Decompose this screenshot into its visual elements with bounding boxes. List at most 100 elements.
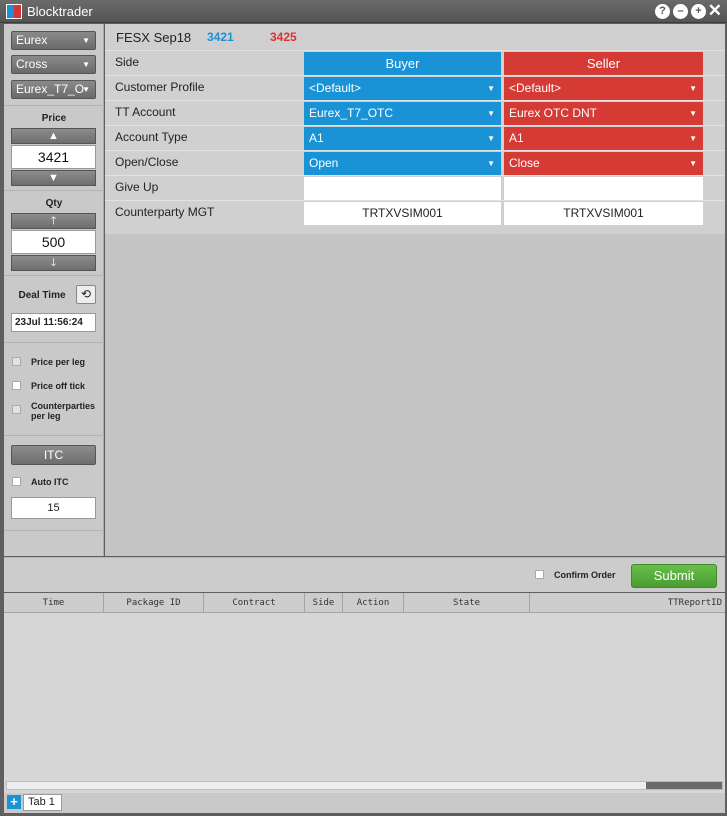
- grid-header: Time Package ID Contract Side Action Sta…: [4, 593, 725, 613]
- gateway-select[interactable]: Eurex_T7_O ▼: [11, 80, 96, 99]
- column-header-state[interactable]: State: [404, 593, 530, 613]
- price-per-leg-label: Price per leg: [31, 357, 86, 367]
- auto-itc-label: Auto ITC: [31, 477, 69, 487]
- window-title: Blocktrader: [27, 4, 93, 19]
- form-empty-area: [105, 234, 725, 556]
- qty-increment-button[interactable]: 🡑: [11, 213, 96, 229]
- column-header-package-id[interactable]: Package ID: [104, 593, 204, 613]
- price-off-tick-checkbox[interactable]: [12, 381, 21, 390]
- seller-customer-profile-select[interactable]: <Default> ▼: [504, 77, 703, 100]
- help-icon[interactable]: ?: [655, 4, 670, 19]
- price-input[interactable]: 3421: [11, 145, 96, 169]
- row-label: Give Up: [115, 180, 159, 194]
- buyer-customer-profile-select[interactable]: <Default> ▼: [304, 77, 501, 100]
- app-logo-icon: [6, 4, 22, 19]
- scrollbar-thumb[interactable]: [646, 782, 722, 789]
- select-value: A1: [309, 131, 324, 145]
- form-row-give-up: Give Up: [105, 175, 725, 200]
- select-value: <Default>: [309, 81, 362, 95]
- order-type-select[interactable]: Cross ▼: [11, 55, 96, 74]
- chevron-down-icon: ▼: [82, 85, 90, 94]
- ask-price[interactable]: 3425: [270, 30, 297, 44]
- chevron-down-icon: ▼: [689, 84, 697, 93]
- qty-decrement-button[interactable]: 🡓: [11, 255, 96, 271]
- gateway-select-value: Eurex_T7_O: [16, 82, 85, 96]
- chevron-down-icon: ▼: [82, 36, 90, 45]
- itc-button[interactable]: ITC: [11, 445, 96, 465]
- select-value: Open: [309, 156, 339, 170]
- price-increment-button[interactable]: ▲: [11, 128, 96, 144]
- seller-tt-account-select[interactable]: Eurex OTC DNT ▼: [504, 102, 703, 125]
- form-row-side: Side Buyer Seller: [105, 50, 725, 75]
- bid-price[interactable]: 3421: [207, 30, 234, 44]
- price-per-leg-checkbox[interactable]: [12, 357, 21, 366]
- select-value: Eurex OTC DNT: [509, 106, 598, 120]
- order-form: FESX Sep18 3421 3425 Side Buyer Seller C…: [105, 24, 725, 556]
- seller-account-type-select[interactable]: A1 ▼: [504, 127, 703, 150]
- left-sidebar: Eurex ▼ Cross ▼ Eurex_T7_O ▼ Price ▲ 342…: [4, 24, 104, 556]
- chevron-down-icon: ▼: [689, 159, 697, 168]
- title-bar: Blocktrader ? – + ✕: [0, 0, 727, 23]
- tab-bar: + Tab 1: [4, 793, 725, 813]
- buyer-give-up-input[interactable]: [304, 177, 501, 200]
- chevron-up-icon: ▲: [48, 130, 59, 142]
- add-tab-button[interactable]: +: [7, 795, 21, 809]
- chevron-down-icon: ▼: [689, 109, 697, 118]
- chevron-down-icon: ▼: [487, 159, 495, 168]
- price-label: Price: [41, 113, 67, 124]
- divider: [4, 105, 104, 106]
- chevron-down-icon: ▼: [82, 60, 90, 69]
- buyer-open-close-select[interactable]: Open ▼: [304, 152, 501, 175]
- buyer-account-type-select[interactable]: A1 ▼: [304, 127, 501, 150]
- select-value: A1: [509, 131, 524, 145]
- column-header-contract[interactable]: Contract: [204, 593, 305, 613]
- chevron-down-icon: ▼: [48, 172, 59, 184]
- horizontal-scrollbar[interactable]: [6, 781, 723, 790]
- column-header-time[interactable]: Time: [4, 593, 104, 613]
- submit-bar: Confirm Order Submit: [4, 557, 725, 592]
- exchange-select-value: Eurex: [16, 33, 48, 47]
- auto-itc-checkbox[interactable]: [12, 477, 21, 486]
- column-header-tt-report-id[interactable]: TTReportID: [530, 593, 725, 613]
- maximize-icon[interactable]: +: [691, 4, 706, 19]
- row-label: Open/Close: [115, 155, 179, 169]
- row-label: Customer Profile: [115, 80, 205, 94]
- column-header-side[interactable]: Side: [305, 593, 343, 613]
- chevron-down-icon: ▼: [487, 109, 495, 118]
- submit-button[interactable]: Submit: [631, 564, 717, 588]
- order-type-select-value: Cross: [16, 57, 48, 71]
- counterparties-per-leg-checkbox[interactable]: [12, 405, 21, 414]
- price-decrement-button[interactable]: ▼: [11, 170, 96, 186]
- tab-1[interactable]: Tab 1: [23, 794, 62, 811]
- select-value: Close: [509, 156, 540, 170]
- confirm-order-label: Confirm Order: [554, 570, 616, 580]
- itc-input[interactable]: 15: [11, 497, 96, 519]
- chevron-down-icon: ▼: [487, 134, 495, 143]
- select-value: Eurex_T7_OTC: [309, 106, 394, 120]
- form-row-tt-account: TT Account Eurex_T7_OTC ▼ Eurex OTC DNT …: [105, 100, 725, 125]
- divider: [4, 190, 104, 191]
- row-label: Counterparty MGT: [115, 205, 215, 219]
- qty-input[interactable]: 500: [11, 230, 96, 254]
- minimize-icon[interactable]: –: [673, 4, 688, 19]
- exchange-select[interactable]: Eurex ▼: [11, 31, 96, 50]
- reset-time-button[interactable]: ⟲: [76, 285, 96, 304]
- confirm-order-checkbox[interactable]: [535, 570, 544, 579]
- buyer-counterparty-input[interactable]: TRTXVSIM001: [304, 202, 501, 225]
- close-icon[interactable]: ✕: [708, 2, 722, 20]
- select-value: <Default>: [509, 81, 562, 95]
- column-header-action[interactable]: Action: [343, 593, 404, 613]
- seller-open-close-select[interactable]: Close ▼: [504, 152, 703, 175]
- refresh-icon: ⟲: [80, 287, 92, 301]
- seller-give-up-input[interactable]: [504, 177, 703, 200]
- deal-time-input[interactable]: 23Jul 11:56:24: [11, 313, 96, 332]
- chevron-down-icon: ▼: [689, 134, 697, 143]
- divider: [4, 275, 104, 276]
- contract-name: FESX Sep18: [116, 30, 192, 45]
- row-label: TT Account: [115, 105, 176, 119]
- buyer-tt-account-select[interactable]: Eurex_T7_OTC ▼: [304, 102, 501, 125]
- form-row-account-type: Account Type A1 ▼ A1 ▼: [105, 125, 725, 150]
- arrow-down-icon: 🡓: [50, 257, 57, 269]
- seller-counterparty-input[interactable]: TRTXVSIM001: [504, 202, 703, 225]
- contract-header: FESX Sep18 3421 3425: [105, 24, 725, 50]
